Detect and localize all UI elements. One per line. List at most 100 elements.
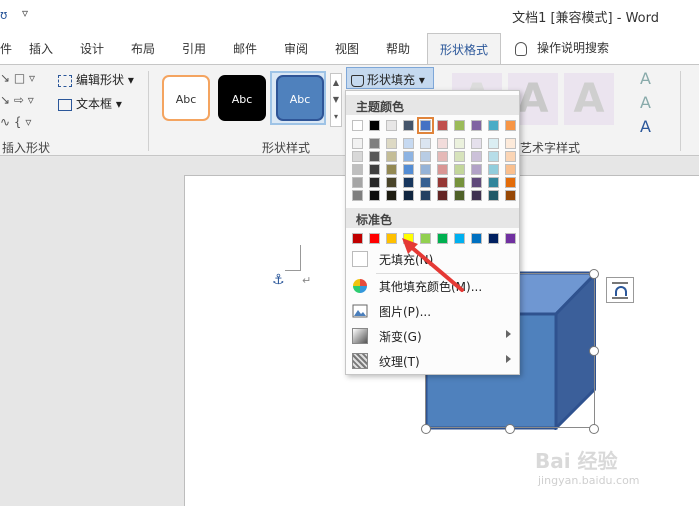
theme-color-swatch[interactable] <box>352 190 363 201</box>
theme-color-swatch[interactable] <box>437 138 448 149</box>
theme-color-swatch[interactable] <box>488 177 499 188</box>
gradient-fill-item[interactable]: 渐变(G) <box>346 324 519 348</box>
theme-color-swatch[interactable] <box>454 151 465 162</box>
theme-color-swatch[interactable] <box>471 164 482 175</box>
theme-color-swatch[interactable] <box>505 151 516 162</box>
tab-help[interactable]: 帮助 <box>386 40 410 57</box>
shape-gallery-row-2[interactable]: ↘ ⇨ ▿ <box>0 93 34 107</box>
theme-color-swatch[interactable] <box>454 177 465 188</box>
theme-color-swatch[interactable] <box>471 138 482 149</box>
text-outline-icon[interactable]: A <box>640 93 651 112</box>
standard-color-swatch[interactable] <box>471 233 482 244</box>
theme-color-swatch[interactable] <box>437 164 448 175</box>
theme-color-swatch[interactable] <box>403 164 414 175</box>
gallery-up-icon[interactable]: ▲ <box>331 74 341 91</box>
shape-style-outline-orange[interactable]: Abc <box>162 75 210 121</box>
theme-color-swatch[interactable] <box>420 138 431 149</box>
theme-color-swatch[interactable] <box>471 177 482 188</box>
theme-color-swatch[interactable] <box>369 177 380 188</box>
text-box-button[interactable]: 文本框 ▾ <box>58 95 122 112</box>
theme-color-swatch[interactable] <box>454 190 465 201</box>
theme-color-swatch[interactable] <box>505 164 516 175</box>
gallery-down-icon[interactable]: ▼ <box>331 91 341 108</box>
theme-color-swatch[interactable] <box>403 138 414 149</box>
theme-color-swatch[interactable] <box>403 120 414 131</box>
theme-color-swatch[interactable] <box>420 164 431 175</box>
shape-style-gallery-scroll[interactable]: ▲ ▼ ▾ <box>330 73 342 127</box>
theme-color-swatch[interactable] <box>488 138 499 149</box>
shape-style-black[interactable]: Abc <box>218 75 266 121</box>
resize-handle-br[interactable] <box>589 424 599 434</box>
tab-references[interactable]: 引用 <box>182 40 206 57</box>
theme-color-swatch[interactable] <box>437 151 448 162</box>
standard-color-swatch[interactable] <box>505 233 516 244</box>
tab-shape-format[interactable]: 形状格式 <box>427 33 501 65</box>
quick-access-dropdown-icon[interactable]: ▿ <box>22 6 28 20</box>
tab-review[interactable]: 审阅 <box>284 40 308 57</box>
theme-color-swatch[interactable] <box>386 120 397 131</box>
theme-color-swatch[interactable] <box>352 138 363 149</box>
theme-color-swatch[interactable] <box>420 190 431 201</box>
wordart-style-3[interactable]: A <box>564 73 614 125</box>
theme-color-swatch[interactable] <box>420 151 431 162</box>
tab-file[interactable]: 件 <box>0 40 12 57</box>
theme-color-swatch[interactable] <box>420 177 431 188</box>
edit-shape-button[interactable]: 编辑形状 ▾ <box>58 71 134 88</box>
theme-color-swatch[interactable] <box>437 190 448 201</box>
theme-color-swatch[interactable] <box>437 177 448 188</box>
layout-options-button[interactable] <box>606 277 634 303</box>
theme-color-swatch[interactable] <box>505 138 516 149</box>
theme-color-swatch[interactable] <box>454 120 465 131</box>
theme-color-swatch[interactable] <box>386 164 397 175</box>
theme-color-swatch[interactable] <box>386 138 397 149</box>
theme-color-swatch[interactable] <box>369 151 380 162</box>
theme-color-swatch[interactable] <box>352 151 363 162</box>
theme-color-swatch[interactable] <box>488 151 499 162</box>
tab-design[interactable]: 设计 <box>80 40 104 57</box>
theme-color-swatch[interactable] <box>386 190 397 201</box>
theme-color-swatch[interactable] <box>403 151 414 162</box>
theme-color-swatch[interactable] <box>505 120 516 131</box>
shape-gallery-row-1[interactable]: ↘ □ ▿ <box>0 71 35 85</box>
theme-color-swatch[interactable] <box>505 190 516 201</box>
anchor-icon[interactable]: ⚓ <box>272 272 285 288</box>
theme-color-swatch[interactable] <box>505 177 516 188</box>
theme-color-swatch[interactable] <box>369 138 380 149</box>
theme-color-swatch[interactable] <box>471 190 482 201</box>
theme-color-swatch[interactable] <box>417 117 434 134</box>
tell-me-search[interactable]: 操作说明搜索 <box>515 39 609 56</box>
theme-color-swatch[interactable] <box>352 120 363 131</box>
text-fill-icon[interactable]: A <box>640 69 651 88</box>
theme-color-swatch[interactable] <box>369 190 380 201</box>
picture-fill-item[interactable]: 图片(P)... <box>346 299 519 323</box>
standard-color-swatch[interactable] <box>488 233 499 244</box>
gallery-more-icon[interactable]: ▾ <box>331 108 341 125</box>
theme-color-swatch[interactable] <box>488 190 499 201</box>
theme-color-swatch[interactable] <box>386 151 397 162</box>
shape-fill-button[interactable]: 形状填充 ▾ <box>346 67 434 89</box>
theme-color-swatch[interactable] <box>386 177 397 188</box>
resize-handle-bl[interactable] <box>421 424 431 434</box>
standard-color-swatch[interactable] <box>369 233 380 244</box>
resize-handle-b[interactable] <box>505 424 515 434</box>
tab-insert[interactable]: 插入 <box>29 40 53 57</box>
theme-color-swatch[interactable] <box>471 120 482 131</box>
theme-color-swatch[interactable] <box>454 164 465 175</box>
shape-style-blue[interactable]: Abc <box>276 75 324 121</box>
theme-color-swatch[interactable] <box>488 164 499 175</box>
resize-handle-r[interactable] <box>589 346 599 356</box>
theme-color-swatch[interactable] <box>352 177 363 188</box>
theme-color-swatch[interactable] <box>403 177 414 188</box>
tab-layout[interactable]: 布局 <box>131 40 155 57</box>
shape-gallery-row-3[interactable]: ∿ { ▿ <box>0 115 31 129</box>
theme-color-swatch[interactable] <box>352 164 363 175</box>
theme-color-swatch[interactable] <box>488 120 499 131</box>
theme-color-swatch[interactable] <box>454 138 465 149</box>
redo-icon[interactable]: ʊ <box>0 8 7 22</box>
theme-color-swatch[interactable] <box>369 164 380 175</box>
theme-color-swatch[interactable] <box>369 120 380 131</box>
theme-color-swatch[interactable] <box>403 190 414 201</box>
resize-handle-tr[interactable] <box>589 269 599 279</box>
tab-view[interactable]: 视图 <box>335 40 359 57</box>
theme-color-swatch[interactable] <box>437 120 448 131</box>
